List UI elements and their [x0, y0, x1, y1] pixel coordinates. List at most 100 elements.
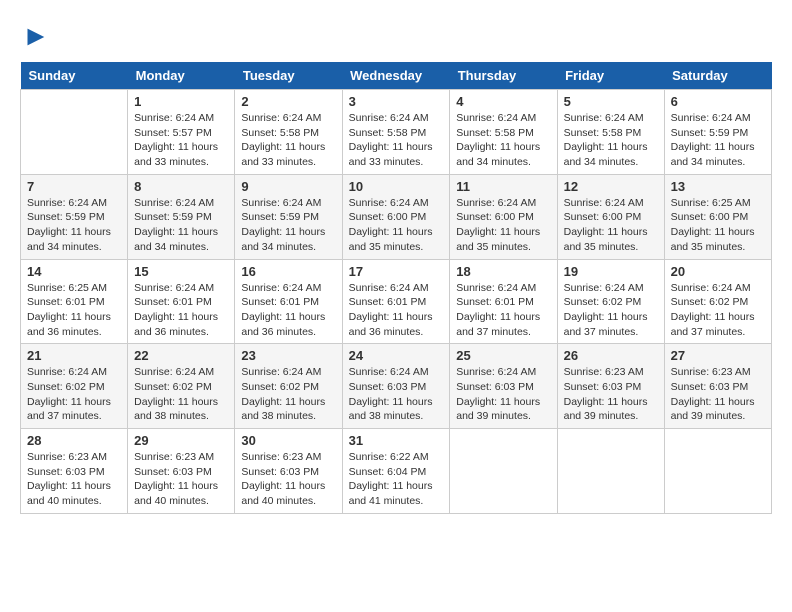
header-saturday: Saturday — [664, 62, 771, 90]
day-info: Sunrise: 6:24 AM Sunset: 5:58 PM Dayligh… — [564, 111, 658, 170]
day-number: 12 — [564, 179, 658, 194]
table-row: 7 Sunrise: 6:24 AM Sunset: 5:59 PM Daylig… — [21, 174, 128, 259]
day-info: Sunrise: 6:24 AM Sunset: 5:58 PM Dayligh… — [241, 111, 335, 170]
day-info: Sunrise: 6:24 AM Sunset: 6:02 PM Dayligh… — [564, 281, 658, 340]
header-friday: Friday — [557, 62, 664, 90]
day-info: Sunrise: 6:22 AM Sunset: 6:04 PM Dayligh… — [349, 450, 444, 509]
table-row: 23Sunrise: 6:24 AM Sunset: 6:02 PM Dayli… — [235, 344, 342, 429]
table-row: 3Sunrise: 6:24 AM Sunset: 5:58 PM Daylig… — [342, 90, 450, 175]
logo-bird-icon: ► — [22, 20, 50, 52]
table-row: 16 Sunrise: 6:24 AM Sunset: 6:01 PM Dayli… — [235, 259, 342, 344]
table-row: 2Sunrise: 6:24 AM Sunset: 5:58 PM Daylig… — [235, 90, 342, 175]
day-number: 19 — [564, 264, 658, 279]
header-monday: Monday — [128, 62, 235, 90]
day-number: 7 — [27, 179, 121, 194]
day-info: Sunrise: 6:24 AM Sunset: 5:58 PM Dayligh… — [456, 111, 550, 170]
table-row: 6 Sunrise: 6:24 AM Sunset: 5:59 PM Daylig… — [664, 90, 771, 175]
table-row: 8Sunrise: 6:24 AM Sunset: 5:59 PM Daylig… — [128, 174, 235, 259]
day-info: Sunrise: 6:24 AM Sunset: 5:59 PM Dayligh… — [671, 111, 765, 170]
calendar-table: Sunday Monday Tuesday Wednesday Thursday… — [20, 62, 772, 514]
day-number: 24 — [349, 348, 444, 363]
day-number: 6 — [671, 94, 765, 109]
day-info: Sunrise: 6:24 AM Sunset: 6:01 PM Dayligh… — [456, 281, 550, 340]
table-row: 26Sunrise: 6:23 AM Sunset: 6:03 PM Dayli… — [557, 344, 664, 429]
day-number: 21 — [27, 348, 121, 363]
day-info: Sunrise: 6:23 AM Sunset: 6:03 PM Dayligh… — [27, 450, 121, 509]
day-number: 15 — [134, 264, 228, 279]
table-row: 13 Sunrise: 6:25 AM Sunset: 6:00 PM Dayli… — [664, 174, 771, 259]
day-number: 14 — [27, 264, 121, 279]
day-info: Sunrise: 6:23 AM Sunset: 6:03 PM Dayligh… — [241, 450, 335, 509]
day-number: 4 — [456, 94, 550, 109]
table-row: 22Sunrise: 6:24 AM Sunset: 6:02 PM Dayli… — [128, 344, 235, 429]
table-row: 24 Sunrise: 6:24 AM Sunset: 6:03 PM Dayli… — [342, 344, 450, 429]
day-info: Sunrise: 6:24 AM Sunset: 6:01 PM Dayligh… — [134, 281, 228, 340]
day-number: 10 — [349, 179, 444, 194]
day-info: Sunrise: 6:23 AM Sunset: 6:03 PM Dayligh… — [564, 365, 658, 424]
header: ► — [20, 20, 772, 52]
table-row: 1 Sunrise: 6:24 AM Sunset: 5:57 PM Daylig… — [128, 90, 235, 175]
calendar-week-row: 1 Sunrise: 6:24 AM Sunset: 5:57 PM Daylig… — [21, 90, 772, 175]
day-number: 13 — [671, 179, 765, 194]
day-number: 18 — [456, 264, 550, 279]
day-info: Sunrise: 6:24 AM Sunset: 5:59 PM Dayligh… — [27, 196, 121, 255]
table-row: 19 Sunrise: 6:24 AM Sunset: 6:02 PM Dayli… — [557, 259, 664, 344]
day-info: Sunrise: 6:24 AM Sunset: 6:03 PM Dayligh… — [349, 365, 444, 424]
table-row — [664, 429, 771, 514]
day-info: Sunrise: 6:24 AM Sunset: 5:57 PM Dayligh… — [134, 111, 228, 170]
day-number: 30 — [241, 433, 335, 448]
logo: ► — [20, 20, 50, 52]
day-info: Sunrise: 6:24 AM Sunset: 6:02 PM Dayligh… — [27, 365, 121, 424]
table-row: 28 Sunrise: 6:23 AM Sunset: 6:03 PM Dayli… — [21, 429, 128, 514]
header-thursday: Thursday — [450, 62, 557, 90]
day-number: 9 — [241, 179, 335, 194]
table-row: 20Sunrise: 6:24 AM Sunset: 6:02 PM Dayli… — [664, 259, 771, 344]
table-row: 9 Sunrise: 6:24 AM Sunset: 5:59 PM Daylig… — [235, 174, 342, 259]
table-row: 14 Sunrise: 6:25 AM Sunset: 6:01 PM Dayli… — [21, 259, 128, 344]
day-info: Sunrise: 6:24 AM Sunset: 6:00 PM Dayligh… — [564, 196, 658, 255]
table-row — [557, 429, 664, 514]
day-info: Sunrise: 6:24 AM Sunset: 6:02 PM Dayligh… — [671, 281, 765, 340]
day-number: 25 — [456, 348, 550, 363]
day-info: Sunrise: 6:24 AM Sunset: 5:58 PM Dayligh… — [349, 111, 444, 170]
day-number: 1 — [134, 94, 228, 109]
days-header-row: Sunday Monday Tuesday Wednesday Thursday… — [21, 62, 772, 90]
table-row: 12 Sunrise: 6:24 AM Sunset: 6:00 PM Dayli… — [557, 174, 664, 259]
day-info: Sunrise: 6:24 AM Sunset: 6:03 PM Dayligh… — [456, 365, 550, 424]
day-number: 17 — [349, 264, 444, 279]
day-number: 31 — [349, 433, 444, 448]
calendar-week-row: 21 Sunrise: 6:24 AM Sunset: 6:02 PM Dayli… — [21, 344, 772, 429]
day-info: Sunrise: 6:24 AM Sunset: 6:02 PM Dayligh… — [241, 365, 335, 424]
header-tuesday: Tuesday — [235, 62, 342, 90]
day-info: Sunrise: 6:24 AM Sunset: 6:00 PM Dayligh… — [456, 196, 550, 255]
day-number: 29 — [134, 433, 228, 448]
day-info: Sunrise: 6:25 AM Sunset: 6:00 PM Dayligh… — [671, 196, 765, 255]
day-info: Sunrise: 6:24 AM Sunset: 5:59 PM Dayligh… — [134, 196, 228, 255]
header-sunday: Sunday — [21, 62, 128, 90]
day-info: Sunrise: 6:24 AM Sunset: 5:59 PM Dayligh… — [241, 196, 335, 255]
day-number: 22 — [134, 348, 228, 363]
table-row: 31 Sunrise: 6:22 AM Sunset: 6:04 PM Dayli… — [342, 429, 450, 514]
table-row: 29Sunrise: 6:23 AM Sunset: 6:03 PM Dayli… — [128, 429, 235, 514]
day-info: Sunrise: 6:23 AM Sunset: 6:03 PM Dayligh… — [671, 365, 765, 424]
day-info: Sunrise: 6:24 AM Sunset: 6:01 PM Dayligh… — [241, 281, 335, 340]
day-number: 16 — [241, 264, 335, 279]
table-row: 25 Sunrise: 6:24 AM Sunset: 6:03 PM Dayli… — [450, 344, 557, 429]
calendar-week-row: 14 Sunrise: 6:25 AM Sunset: 6:01 PM Dayli… — [21, 259, 772, 344]
calendar-week-row: 28 Sunrise: 6:23 AM Sunset: 6:03 PM Dayli… — [21, 429, 772, 514]
day-number: 28 — [27, 433, 121, 448]
table-row: 27 Sunrise: 6:23 AM Sunset: 6:03 PM Dayli… — [664, 344, 771, 429]
table-row: 5Sunrise: 6:24 AM Sunset: 5:58 PM Daylig… — [557, 90, 664, 175]
page-container: ► Sunday Monday Tuesday Wednesday Thursd… — [20, 20, 772, 514]
table-row: 30 Sunrise: 6:23 AM Sunset: 6:03 PM Dayli… — [235, 429, 342, 514]
header-wednesday: Wednesday — [342, 62, 450, 90]
day-number: 11 — [456, 179, 550, 194]
table-row: 17 Sunrise: 6:24 AM Sunset: 6:01 PM Dayli… — [342, 259, 450, 344]
day-info: Sunrise: 6:24 AM Sunset: 6:01 PM Dayligh… — [349, 281, 444, 340]
day-number: 27 — [671, 348, 765, 363]
table-row: 21 Sunrise: 6:24 AM Sunset: 6:02 PM Dayli… — [21, 344, 128, 429]
day-info: Sunrise: 6:25 AM Sunset: 6:01 PM Dayligh… — [27, 281, 121, 340]
table-row: 11 Sunrise: 6:24 AM Sunset: 6:00 PM Dayli… — [450, 174, 557, 259]
day-info: Sunrise: 6:24 AM Sunset: 6:00 PM Dayligh… — [349, 196, 444, 255]
table-row: 10 Sunrise: 6:24 AM Sunset: 6:00 PM Dayli… — [342, 174, 450, 259]
